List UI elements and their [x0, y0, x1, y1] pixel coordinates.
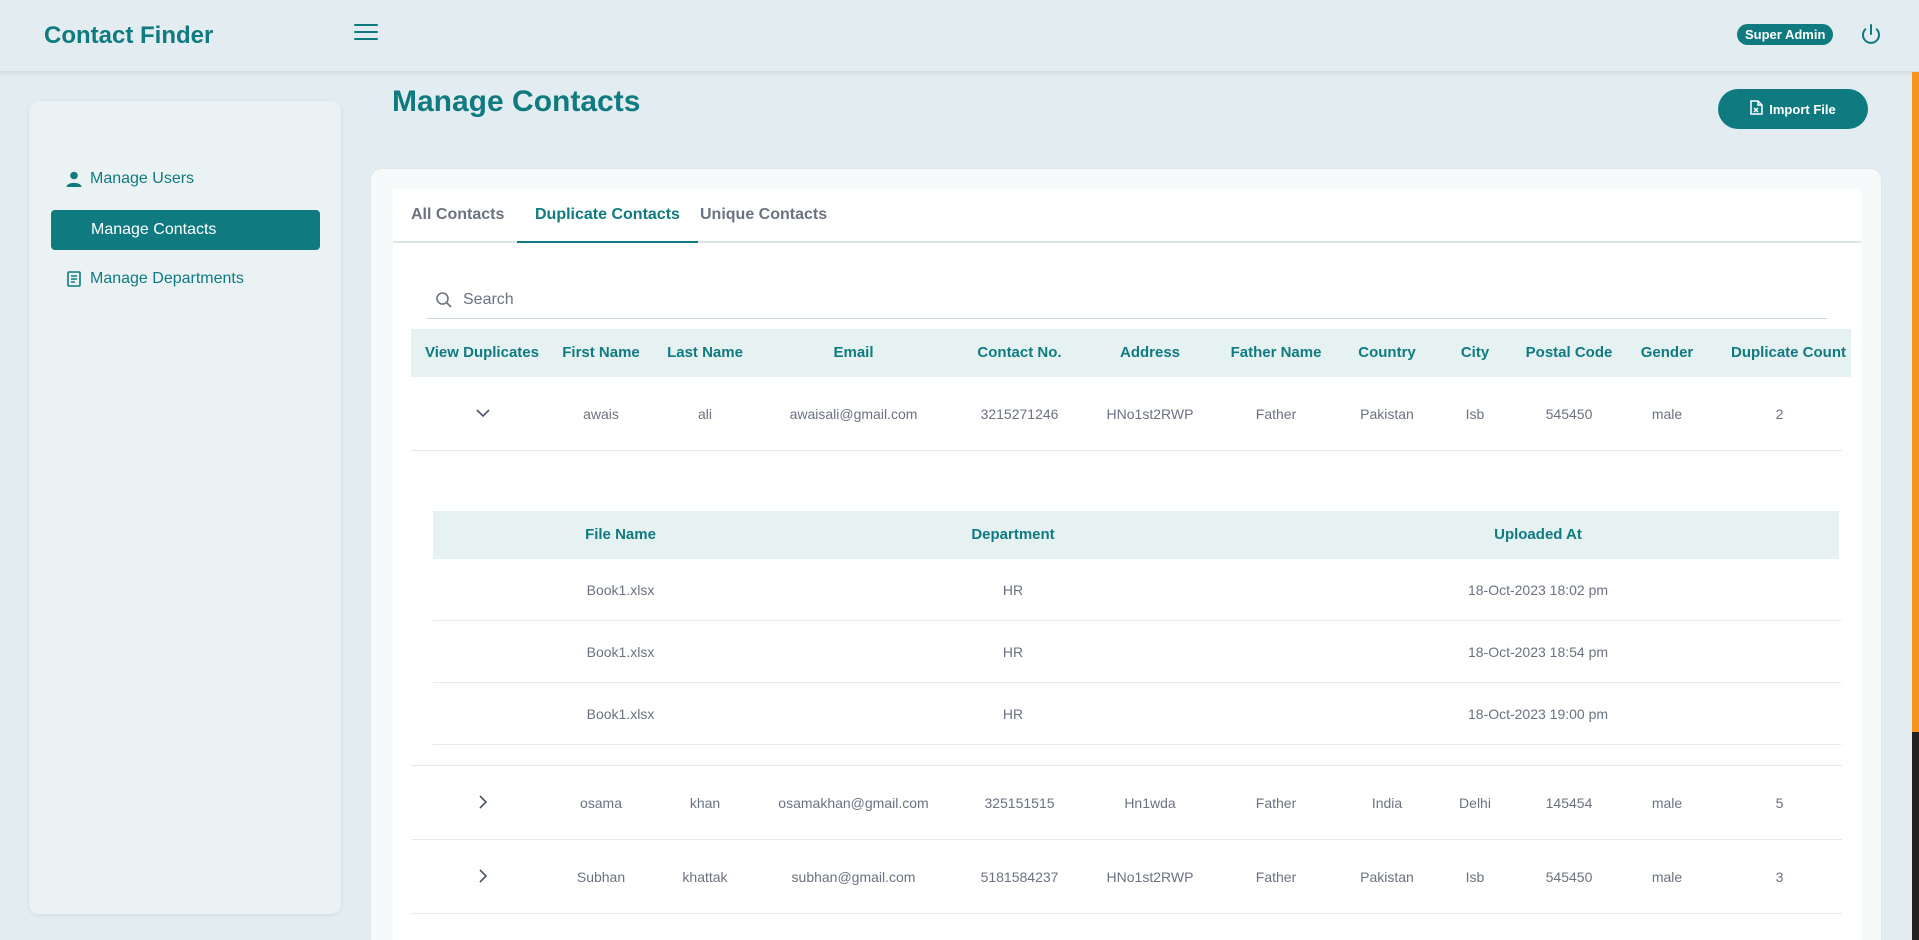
- column-header[interactable]: Address: [1093, 329, 1207, 377]
- search-input[interactable]: [463, 290, 1763, 309]
- cell-gender: male: [1651, 869, 1683, 885]
- cell-postal-code: 545450: [1545, 869, 1593, 885]
- tab-bar: All Contacts Duplicate Contacts Unique C…: [393, 189, 1861, 243]
- cell-first-name: osama: [579, 795, 623, 811]
- cell-gender: male: [1651, 795, 1683, 811]
- cell-father-name: Father: [1255, 795, 1297, 811]
- card-content: All Contacts Duplicate Contacts Unique C…: [393, 189, 1861, 940]
- sidebar: Manage Users Manage Contacts Manage Depa…: [29, 101, 341, 914]
- chevron-down-icon[interactable]: [473, 403, 493, 423]
- cell-file-name: Book1.xlsx: [586, 706, 655, 722]
- table-row[interactable]: awais ali awaisali@gmail.com 3215271246 …: [411, 377, 1842, 451]
- cell-email: awaisali@gmail.com: [789, 406, 918, 422]
- cell-uploaded-at: 18-Oct-2023 19:00 pm: [1467, 706, 1609, 722]
- cell-city: Isb: [1465, 869, 1485, 885]
- page-title: Manage Contacts: [392, 85, 641, 118]
- sidebar-item-label: Manage Contacts: [91, 221, 217, 238]
- cell-postal-code: 545450: [1545, 406, 1593, 422]
- sidebar-item-contacts[interactable]: Manage Contacts: [51, 210, 320, 250]
- power-icon[interactable]: [1859, 22, 1883, 46]
- subtable-row: Book1.xlsx HR 18-Oct-2023 19:00 pm: [433, 683, 1841, 745]
- cell-father-name: Father: [1255, 869, 1297, 885]
- cell-duplicate-count: 2: [1775, 406, 1784, 422]
- cell-department: HR: [1002, 644, 1024, 660]
- subtable-column-header[interactable]: File Name: [533, 511, 708, 559]
- column-header[interactable]: Contact No.: [946, 329, 1093, 377]
- app-brand[interactable]: Contact Finder: [44, 22, 213, 50]
- chevron-right-icon[interactable]: [473, 866, 493, 886]
- file-icon: [1750, 100, 1764, 118]
- cell-contact-no: 5181584237: [980, 869, 1059, 885]
- cell-contact-no: 3215271246: [980, 406, 1059, 422]
- sidebar-item-label: Manage Departments: [90, 270, 244, 287]
- table-row[interactable]: Subhan khattak subhan@gmail.com 51815842…: [411, 840, 1842, 914]
- import-file-button[interactable]: Import File: [1718, 89, 1868, 129]
- cell-email: subhan@gmail.com: [791, 869, 916, 885]
- cell-uploaded-at: 18-Oct-2023 18:02 pm: [1467, 582, 1609, 598]
- search-icon: [435, 291, 453, 309]
- column-header[interactable]: Country: [1345, 329, 1429, 377]
- chevron-right-icon[interactable]: [473, 792, 493, 812]
- cell-address: HNo1st2RWP: [1106, 406, 1194, 422]
- column-header[interactable]: City: [1429, 329, 1521, 377]
- subtable-row: Book1.xlsx HR 18-Oct-2023 18:54 pm: [433, 621, 1841, 683]
- sidebar-item-label: Manage Users: [90, 170, 195, 187]
- cell-address: HNo1st2RWP: [1106, 869, 1194, 885]
- cell-address: Hn1wda: [1124, 795, 1176, 811]
- column-header[interactable]: Postal Code: [1521, 329, 1617, 377]
- subtable-column-header[interactable]: Department: [888, 511, 1138, 559]
- cell-father-name: Father: [1255, 406, 1297, 422]
- cell-city: Delhi: [1459, 795, 1491, 811]
- table-row[interactable]: osama khan osamakhan@gmail.com 325151515…: [411, 766, 1842, 840]
- cell-last-name: ali: [697, 406, 712, 422]
- cell-department: HR: [1002, 706, 1024, 722]
- cell-duplicate-count: 5: [1775, 795, 1784, 811]
- subtable-column-header[interactable]: Uploaded At: [1398, 511, 1678, 559]
- cell-uploaded-at: 18-Oct-2023 18:54 pm: [1467, 644, 1609, 660]
- user-icon: [65, 170, 83, 188]
- cell-first-name: Subhan: [576, 869, 626, 885]
- column-header[interactable]: Email: [761, 329, 946, 377]
- book-icon: [65, 270, 83, 288]
- tab-all-contacts[interactable]: All Contacts: [393, 189, 522, 243]
- search-bar: [427, 281, 1827, 319]
- tab-duplicate-contacts[interactable]: Duplicate Contacts: [517, 189, 698, 243]
- cell-last-name: khattak: [682, 869, 728, 885]
- cell-city: Isb: [1465, 406, 1485, 422]
- column-header[interactable]: Last Name: [649, 329, 761, 377]
- tab-unique-contacts[interactable]: Unique Contacts: [682, 189, 845, 243]
- column-header[interactable]: Duplicate Count: [1717, 329, 1851, 377]
- cell-country: India: [1371, 795, 1403, 811]
- column-header[interactable]: Father Name: [1207, 329, 1345, 377]
- table-header: View Duplicates First Name Last Name Ema…: [411, 329, 1851, 377]
- cell-country: Pakistan: [1360, 406, 1414, 422]
- scroll-accent: [1912, 72, 1919, 732]
- cell-file-name: Book1.xlsx: [586, 582, 655, 598]
- cell-last-name: khan: [689, 795, 721, 811]
- sidebar-item-users[interactable]: Manage Users: [51, 159, 320, 199]
- column-header[interactable]: View Duplicates: [411, 329, 553, 377]
- cell-gender: male: [1651, 406, 1683, 422]
- cell-duplicate-count: 3: [1775, 869, 1784, 885]
- subtable-header: File Name Department Uploaded At: [433, 511, 1839, 559]
- cell-department: HR: [1002, 582, 1024, 598]
- cell-country: Pakistan: [1360, 869, 1414, 885]
- cell-email: osamakhan@gmail.com: [778, 795, 929, 811]
- contacts-card: All Contacts Duplicate Contacts Unique C…: [370, 168, 1882, 940]
- cell-contact-no: 325151515: [984, 795, 1055, 811]
- sidebar-item-departments[interactable]: Manage Departments: [51, 259, 320, 299]
- scrollbar-thumb[interactable]: [1912, 732, 1919, 940]
- cell-postal-code: 145454: [1545, 795, 1593, 811]
- role-badge: Super Admin: [1737, 24, 1834, 45]
- top-bar: Contact Finder Super Admin: [0, 0, 1919, 72]
- column-header[interactable]: Gender: [1617, 329, 1717, 377]
- import-file-label: Import File: [1769, 101, 1836, 117]
- hamburger-icon[interactable]: [354, 24, 378, 44]
- subtable-row: Book1.xlsx HR 18-Oct-2023 18:02 pm: [433, 559, 1841, 621]
- column-header[interactable]: First Name: [553, 329, 649, 377]
- cell-first-name: awais: [583, 406, 619, 422]
- cell-file-name: Book1.xlsx: [586, 644, 655, 660]
